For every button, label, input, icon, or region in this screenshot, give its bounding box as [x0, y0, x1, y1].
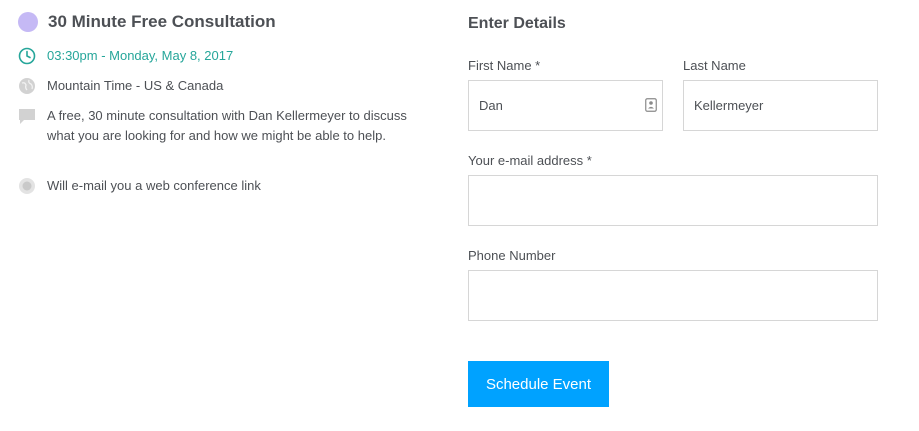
- event-conference-row: Will e-mail you a web conference link: [18, 176, 427, 196]
- form-title: Enter Details: [468, 15, 566, 32]
- event-timezone: Mountain Time - US & Canada: [47, 78, 224, 93]
- event-description-row: A free, 30 minute consultation with Dan …: [18, 106, 427, 146]
- event-header: 30 Minute Free Consultation: [18, 12, 276, 32]
- schedule-event-button[interactable]: Schedule Event: [468, 361, 609, 407]
- event-time: 03:30pm - Monday, May 8, 2017: [47, 48, 234, 63]
- email-label: Your e-mail address *: [468, 153, 592, 168]
- last-name-label: Last Name: [683, 58, 746, 73]
- globe-icon: [18, 77, 36, 95]
- event-time-row: 03:30pm - Monday, May 8, 2017: [18, 46, 427, 66]
- first-name-input[interactable]: [468, 80, 663, 131]
- phone-input[interactable]: [468, 270, 878, 321]
- email-input[interactable]: [468, 175, 878, 226]
- phone-label: Phone Number: [468, 248, 556, 263]
- contact-card-icon[interactable]: [645, 98, 657, 117]
- first-name-label: First Name *: [468, 58, 541, 73]
- event-title: 30 Minute Free Consultation: [48, 12, 276, 31]
- speech-bubble-icon: [18, 107, 36, 125]
- clock-icon: [18, 47, 36, 65]
- last-name-input[interactable]: [683, 80, 878, 131]
- event-conference-note: Will e-mail you a web conference link: [47, 178, 261, 193]
- event-timezone-row: Mountain Time - US & Canada: [18, 76, 427, 96]
- location-target-icon: [18, 177, 36, 195]
- event-description: A free, 30 minute consultation with Dan …: [47, 108, 407, 143]
- event-color-dot: [18, 12, 38, 32]
